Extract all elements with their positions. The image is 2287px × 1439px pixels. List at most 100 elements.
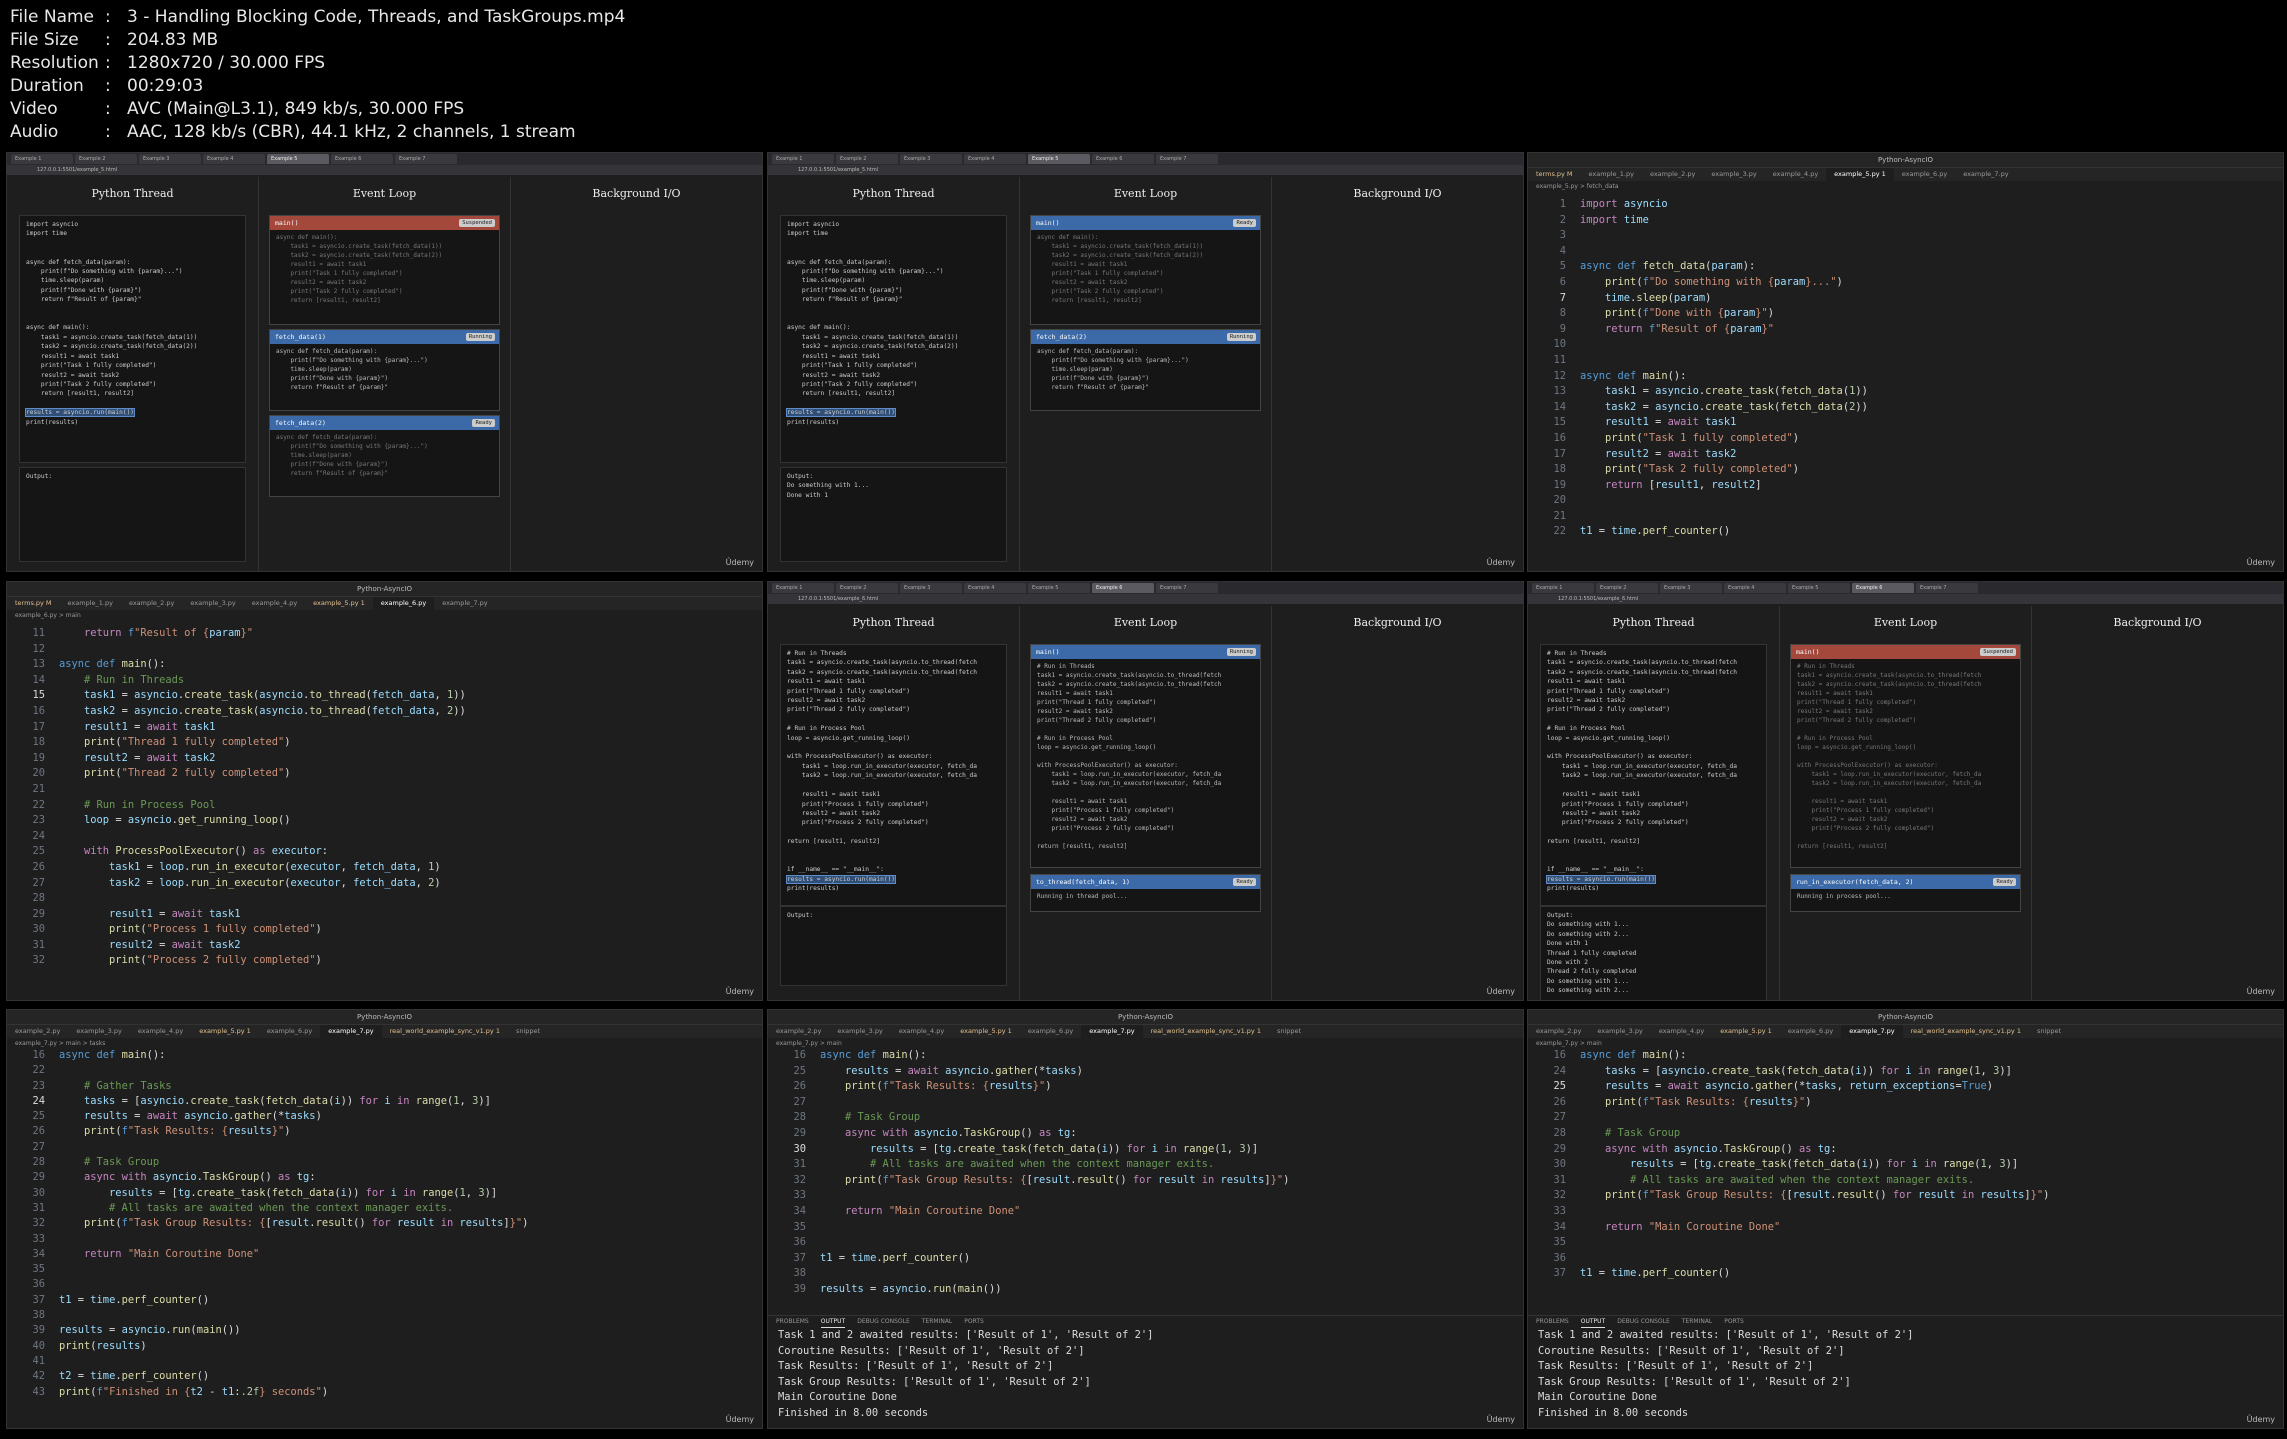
output-text: Task 1 and 2 awaited results: ['Result o… — [778, 1329, 1154, 1419]
browser-tab[interactable]: Example 6 — [1092, 154, 1154, 164]
info-key: File Size — [10, 30, 79, 50]
event-loop-column: Event Loop main() Suspended async def mai… — [259, 177, 511, 571]
panel-tab[interactable]: OUTPUT — [1580, 1316, 1606, 1328]
editor-tabs: terms.py Mexample_1.py example_2.py exampl… — [1528, 168, 2283, 181]
editor-tab[interactable]: example_6.py — [372, 597, 435, 610]
browser-tab[interactable]: Example 3 — [139, 154, 201, 164]
editor-tab[interactable]: example_2.py — [1642, 168, 1703, 181]
address-bar[interactable]: 127.0.0.1:5501/example_5.html — [7, 165, 762, 175]
editor-tab[interactable]: snippet — [2029, 1025, 2069, 1038]
code-editor[interactable]: 11 return f"Result of {param}" 12 13 asyn… — [7, 626, 750, 969]
editor-tab[interactable]: example_3.py — [1589, 1025, 1650, 1038]
editor-tab[interactable]: snippet — [1269, 1025, 1309, 1038]
editor-tab[interactable]: example_2.py — [7, 1025, 68, 1038]
editor-tab[interactable]: snippet — [508, 1025, 548, 1038]
tile-browser-example5-b: Example 1 Example 2 Example 3 Example 4 Exam… — [767, 152, 1524, 572]
editor-tab[interactable]: example_5.py 1 — [952, 1025, 1020, 1038]
browser-tab[interactable]: Example 3 — [1660, 583, 1722, 593]
background-io-column: Background I/O — [1272, 606, 1523, 1000]
panel-tab[interactable]: PROBLEMS — [776, 1316, 809, 1328]
browser-tab[interactable]: Example 5 — [1028, 154, 1090, 164]
browser-tab[interactable]: Example 4 — [964, 154, 1026, 164]
code-editor[interactable]: 16 async def main(): 25 results = await a… — [768, 1048, 1511, 1298]
browser-tab[interactable]: Example 6 — [1852, 583, 1914, 593]
editor-tab[interactable]: example_2.py — [768, 1025, 829, 1038]
code-editor[interactable]: 16 async def main(): 24 tasks = [asyncio.… — [1528, 1048, 2271, 1282]
editor-tab[interactable]: real_world_example_sync_v1.py 1 — [382, 1025, 508, 1038]
browser-tab[interactable]: Example 7 — [1156, 583, 1218, 593]
editor-tab[interactable]: example_6.py — [1020, 1025, 1081, 1038]
browser-tab[interactable]: Example 6 — [331, 154, 393, 164]
editor-tab[interactable]: example_2.py — [121, 597, 182, 610]
browser-tab[interactable]: Example 5 — [1788, 583, 1850, 593]
editor-tab[interactable]: real_world_example_sync_v1.py 1 — [1903, 1025, 2029, 1038]
editor-tab[interactable]: example_3.py — [68, 1025, 129, 1038]
task-run-in-executor: run_in_executor(fetch_data, 2) Ready Runn… — [1790, 874, 2021, 912]
browser-tab[interactable]: Example 5 — [267, 154, 329, 164]
code-editor[interactable]: 16 async def main(): 22 23 # Gather Tasks… — [7, 1048, 750, 1400]
editor-tab[interactable]: example_7.py — [1841, 1025, 1903, 1038]
code-editor[interactable]: 1 import asyncio 2 import time 3 4 5 async … — [1528, 197, 2271, 540]
editor-tab[interactable]: example_3.py — [182, 597, 243, 610]
editor-tab[interactable]: example_6.py — [1894, 168, 1955, 181]
editor-tab[interactable]: example_4.py — [891, 1025, 952, 1038]
editor-tab[interactable]: example_4.py — [130, 1025, 191, 1038]
editor-tab[interactable]: terms.py M — [1528, 168, 1581, 181]
editor-tab[interactable]: example_3.py — [1703, 168, 1764, 181]
panel-tab[interactable]: DEBUG CONSOLE — [1617, 1316, 1670, 1328]
browser-tab[interactable]: Example 7 — [1916, 583, 1978, 593]
editor-tab[interactable]: example_6.py — [259, 1025, 320, 1038]
browser-tab[interactable]: Example 2 — [836, 583, 898, 593]
editor-tab[interactable]: example_7.py — [1955, 168, 2016, 181]
browser-tab[interactable]: Example 6 — [1092, 583, 1154, 593]
tile-browser-example5-a: Example 1 Example 2 Example 3 Example 4 Exam… — [6, 152, 763, 572]
panel-tab[interactable]: PROBLEMS — [1536, 1316, 1569, 1328]
browser-tab[interactable]: Example 4 — [1724, 583, 1786, 593]
browser-tab[interactable]: Example 4 — [203, 154, 265, 164]
editor-tab[interactable]: example_4.py — [1651, 1025, 1712, 1038]
panel-tabs: PROBLEMS OUTPUT DEBUG CONSOLE TERMINAL PORTS — [1528, 1316, 2283, 1328]
event-loop-column: Event Loop main() Ready async def main():… — [1020, 177, 1272, 571]
editor-tab[interactable]: real_world_example_sync_v1.py 1 — [1143, 1025, 1269, 1038]
editor-tab[interactable]: example_2.py — [1528, 1025, 1589, 1038]
editor-tab[interactable]: example_1.py — [1581, 168, 1642, 181]
panel-tab[interactable]: PORTS — [964, 1316, 984, 1328]
editor-tab[interactable]: example_5.py 1 — [1826, 168, 1894, 181]
editor-tab[interactable]: example_6.py — [1780, 1025, 1841, 1038]
editor-tab[interactable]: example_5.py 1 — [305, 597, 373, 610]
address-bar[interactable]: 127.0.0.1:5501/example_6.html — [1528, 594, 2283, 604]
browser-tab[interactable]: Example 3 — [900, 154, 962, 164]
editor-tab[interactable]: example_3.py — [829, 1025, 890, 1038]
editor-tab[interactable]: example_7.py — [434, 597, 495, 610]
browser-tab[interactable]: Example 3 — [900, 583, 962, 593]
panel-tab[interactable]: TERMINAL — [1682, 1316, 1713, 1328]
browser-tab[interactable]: Example 7 — [395, 154, 457, 164]
browser-tab[interactable]: Example 1 — [11, 154, 73, 164]
browser-tab[interactable]: Example 4 — [964, 583, 1026, 593]
python-code: import asyncio import time async def fet… — [19, 215, 246, 463]
browser-tab[interactable]: Example 1 — [772, 583, 834, 593]
browser-tab[interactable]: Example 2 — [836, 154, 898, 164]
background-io-column: Background I/O — [2032, 606, 2283, 1000]
editor-tab[interactable]: terms.py M — [7, 597, 60, 610]
editor-tab[interactable]: example_5.py 1 — [191, 1025, 259, 1038]
browser-tab[interactable]: Example 7 — [1156, 154, 1218, 164]
panel-tab[interactable]: OUTPUT — [820, 1316, 846, 1328]
address-bar[interactable]: 127.0.0.1:5501/example_5.html — [768, 165, 1523, 175]
browser-tab[interactable]: Example 2 — [1596, 583, 1658, 593]
browser-tab[interactable]: Example 1 — [1532, 583, 1594, 593]
panel-tab[interactable]: PORTS — [1724, 1316, 1744, 1328]
browser-tab[interactable]: Example 1 — [772, 154, 834, 164]
browser-tab[interactable]: Example 5 — [1028, 583, 1090, 593]
editor-tab[interactable]: example_4.py — [1765, 168, 1826, 181]
browser-tab[interactable]: Example 2 — [75, 154, 137, 164]
editor-tab[interactable]: example_7.py — [320, 1025, 382, 1038]
address-bar[interactable]: 127.0.0.1:5501/example_6.html — [768, 594, 1523, 604]
editor-tab[interactable]: example_1.py — [60, 597, 121, 610]
panel-tab[interactable]: DEBUG CONSOLE — [857, 1316, 910, 1328]
editor-tab[interactable]: example_5.py 1 — [1712, 1025, 1780, 1038]
panel-tab[interactable]: TERMINAL — [922, 1316, 953, 1328]
file-info: File Name:3 - Handling Blocking Code, Th… — [10, 6, 625, 144]
editor-tab[interactable]: example_7.py — [1081, 1025, 1143, 1038]
editor-tab[interactable]: example_4.py — [244, 597, 305, 610]
